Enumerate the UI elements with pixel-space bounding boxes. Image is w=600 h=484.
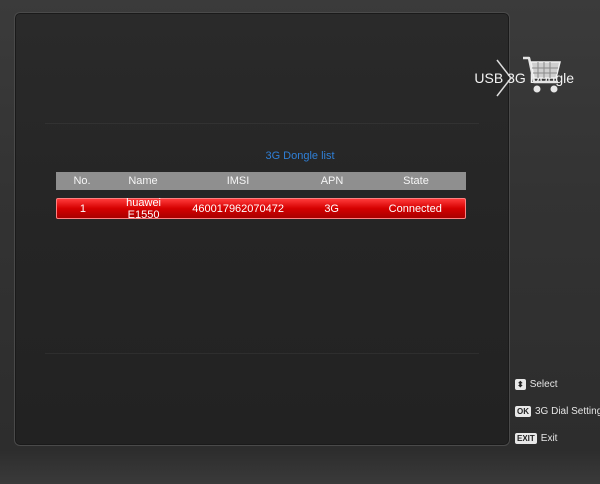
key-hints: ⬍ Select OK 3G Dial Settings EXIT Exit [515, 375, 600, 456]
divider-line [45, 353, 479, 354]
cell-imsi: 460017962070472 [192, 202, 284, 215]
column-header-imsi: IMSI [226, 175, 250, 187]
cell-name: huawei E1550 [126, 196, 161, 221]
column-header-state: State [403, 175, 429, 187]
column-header-no: No. [73, 175, 91, 187]
hint-dial-settings[interactable]: OK 3G Dial Settings [515, 402, 600, 420]
exit-key-icon: EXIT [515, 432, 537, 444]
updown-key-icon: ⬍ [515, 378, 526, 390]
main-panel [14, 12, 510, 446]
divider-line [45, 123, 479, 124]
table-row-selected[interactable]: 1 huawei E1550 460017962070472 3G Connec… [56, 196, 466, 221]
hint-select[interactable]: ⬍ Select [515, 375, 600, 393]
shopping-cart-icon [523, 56, 561, 93]
cell-apn: 3G [324, 202, 339, 215]
ok-key-icon: OK [515, 405, 531, 417]
hint-select-label: Select [529, 378, 558, 390]
hint-exit-label: Exit [540, 432, 558, 444]
table-header: No. Name IMSI APN State [56, 172, 466, 190]
cell-state: Connected [388, 202, 442, 215]
bottom-strip [0, 450, 600, 484]
header-separator-icon [496, 59, 512, 97]
dongle-list-title: 3G Dongle list [265, 150, 335, 162]
hint-dial-settings-label: 3G Dial Settings [535, 405, 600, 417]
column-header-apn: APN [320, 175, 344, 187]
column-header-name: Name [128, 175, 158, 187]
hint-exit[interactable]: EXIT Exit [515, 429, 600, 447]
cell-no: 1 [79, 202, 86, 215]
